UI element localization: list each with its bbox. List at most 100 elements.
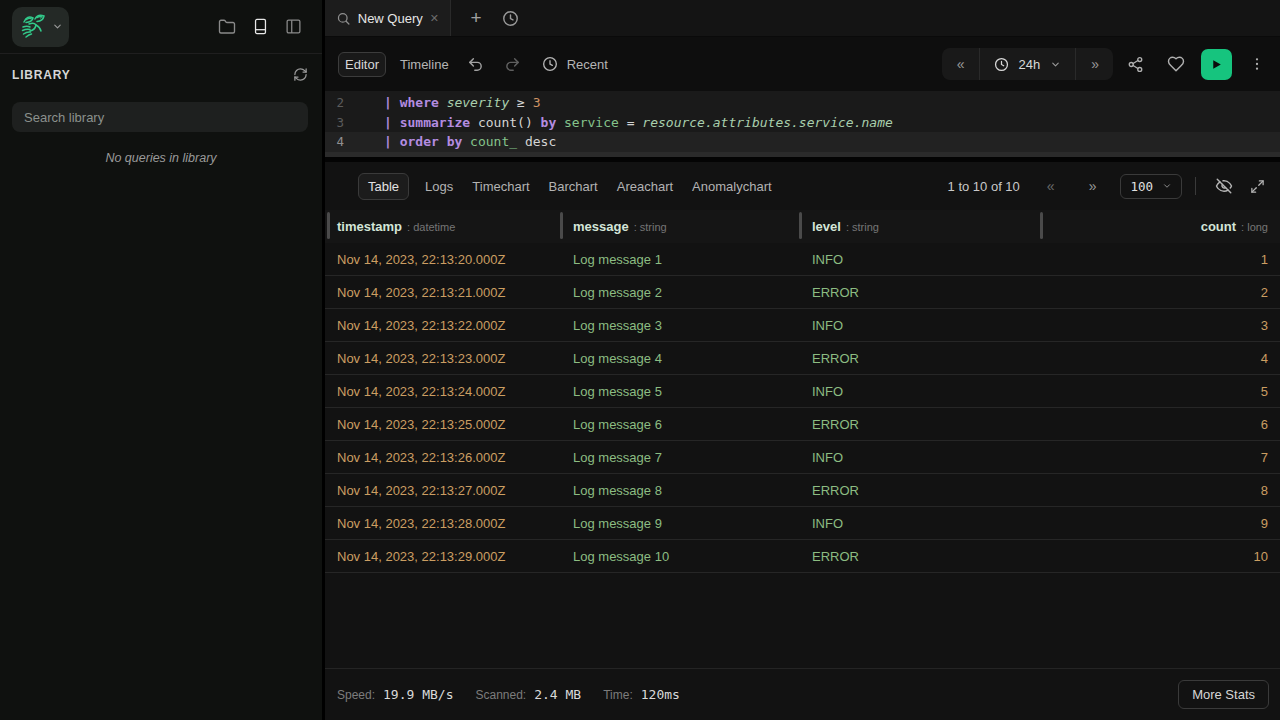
search-icon xyxy=(336,11,351,26)
view-tab-timechart[interactable]: Timechart xyxy=(472,174,529,199)
cell-count: 9 xyxy=(1041,507,1280,539)
run-query-button[interactable] xyxy=(1201,49,1232,80)
folder-icon[interactable] xyxy=(218,18,236,36)
view-tab-areachart[interactable]: Areachart xyxy=(617,174,673,199)
speed-value: 19.9 MB/s xyxy=(383,687,453,702)
code-text: | order by count_ desc xyxy=(384,134,556,149)
table-row[interactable]: Nov 14, 2023, 22:13:22.000ZLog message 3… xyxy=(325,309,1280,342)
time-label: Time: xyxy=(603,688,633,702)
panel-layout-icon[interactable] xyxy=(284,18,302,36)
table-row[interactable]: Nov 14, 2023, 22:13:26.000ZLog message 7… xyxy=(325,441,1280,474)
results-panel: Table Logs Timechart Barchart Areachart … xyxy=(325,157,1280,720)
cell-timestamp: Nov 14, 2023, 22:13:21.000Z xyxy=(325,276,561,308)
cell-timestamp: Nov 14, 2023, 22:13:25.000Z xyxy=(325,408,561,440)
hide-columns-button[interactable] xyxy=(1215,177,1233,195)
column-header-message[interactable]: message : string xyxy=(561,210,800,243)
editor-scrollbar[interactable] xyxy=(325,152,1280,157)
timeline-mode-button[interactable]: Timeline xyxy=(400,57,449,72)
column-resize-handle[interactable] xyxy=(327,212,330,239)
library-empty-message: No queries in library xyxy=(0,151,322,165)
column-resize-handle[interactable] xyxy=(799,212,802,239)
notebook-icon[interactable] xyxy=(251,18,269,36)
time-forward-button[interactable]: » xyxy=(1076,48,1113,80)
cell-timestamp: Nov 14, 2023, 22:13:23.000Z xyxy=(325,342,561,374)
statusbar: Speed: 19.9 MB/s Scanned: 2.4 MB Time: 1… xyxy=(325,668,1280,720)
cell-timestamp: Nov 14, 2023, 22:13:22.000Z xyxy=(325,309,561,341)
cell-count: 5 xyxy=(1041,375,1280,407)
cell-message: Log message 10 xyxy=(561,540,800,572)
more-stats-button[interactable]: More Stats xyxy=(1178,680,1269,709)
cell-timestamp: Nov 14, 2023, 22:13:26.000Z xyxy=(325,441,561,473)
query-tabbar: New Query ✕ + xyxy=(325,0,1280,37)
prev-page-button[interactable]: « xyxy=(1047,178,1054,194)
next-page-button[interactable]: » xyxy=(1089,178,1096,194)
favorite-button[interactable] xyxy=(1167,55,1185,73)
undo-button[interactable] xyxy=(467,56,484,73)
column-header-count[interactable]: count : long xyxy=(1041,210,1280,243)
cell-level: ERROR xyxy=(800,474,1041,506)
code-line[interactable]: 4 | order by count_ desc xyxy=(325,132,1280,152)
cell-count: 4 xyxy=(1041,342,1280,374)
table-row[interactable]: Nov 14, 2023, 22:13:21.000ZLog message 2… xyxy=(325,276,1280,309)
recent-button[interactable]: Recent xyxy=(542,56,608,72)
code-line[interactable]: 2 | where severity ≥ 3 xyxy=(325,93,1280,113)
view-tab-barchart[interactable]: Barchart xyxy=(549,174,598,199)
time-range-dropdown[interactable]: 24h xyxy=(979,48,1077,80)
view-tab-anomalychart[interactable]: Anomalychart xyxy=(692,174,771,199)
cell-count: 1 xyxy=(1041,243,1280,275)
column-resize-handle[interactable] xyxy=(1040,212,1043,239)
table-row[interactable]: Nov 14, 2023, 22:13:24.000ZLog message 5… xyxy=(325,375,1280,408)
query-editor[interactable]: 2 | where severity ≥ 3 3| summarize count(… xyxy=(325,91,1280,157)
page-size-dropdown[interactable]: 100 xyxy=(1120,174,1182,199)
more-options-button[interactable] xyxy=(1249,56,1265,72)
code-line[interactable]: 3| summarize count() by service = resour… xyxy=(325,113,1280,133)
column-header-level[interactable]: level : string xyxy=(800,210,1041,243)
cell-level: ERROR xyxy=(800,342,1041,374)
view-tab-table[interactable]: Table xyxy=(358,173,409,200)
editor-mode-button[interactable]: Editor xyxy=(338,52,386,77)
redo-button[interactable] xyxy=(504,56,521,73)
sidebar: LIBRARY Search library No queries in lib… xyxy=(0,0,325,720)
time-back-button[interactable]: « xyxy=(942,48,979,80)
line-number: 2 xyxy=(325,95,344,110)
cell-count: 3 xyxy=(1041,309,1280,341)
cell-count: 7 xyxy=(1041,441,1280,473)
chevron-down-icon xyxy=(52,21,63,32)
main-panel: New Query ✕ + Editor Timeline xyxy=(325,0,1280,720)
new-tab-button[interactable]: + xyxy=(459,0,493,36)
cell-count: 6 xyxy=(1041,408,1280,440)
table-row[interactable]: Nov 14, 2023, 22:13:27.000ZLog message 8… xyxy=(325,474,1280,507)
cell-level: INFO xyxy=(800,507,1041,539)
cell-message: Log message 7 xyxy=(561,441,800,473)
share-button[interactable] xyxy=(1127,56,1144,73)
workspace-logo-button[interactable] xyxy=(12,7,69,47)
cell-message: Log message 2 xyxy=(561,276,800,308)
table-row[interactable]: Nov 14, 2023, 22:13:20.000ZLog message 1… xyxy=(325,243,1280,276)
cell-timestamp: Nov 14, 2023, 22:13:27.000Z xyxy=(325,474,561,506)
scanned-value: 2.4 MB xyxy=(534,687,581,702)
bird-logo-icon xyxy=(19,12,49,42)
speed-label: Speed: xyxy=(337,688,375,702)
tab-history-button[interactable] xyxy=(493,0,527,36)
library-heading: LIBRARY xyxy=(12,68,71,82)
tab-new-query[interactable]: New Query ✕ xyxy=(325,0,451,36)
column-header-timestamp[interactable]: timestamp : datetime xyxy=(325,210,561,243)
line-number: 4 xyxy=(325,134,344,149)
table-header: timestamp : datetime message : string le… xyxy=(325,210,1280,243)
table-row[interactable]: Nov 14, 2023, 22:13:23.000ZLog message 4… xyxy=(325,342,1280,375)
code-text: | where severity ≥ 3 xyxy=(384,95,541,110)
query-toolbar: Editor Timeline Recent xyxy=(325,37,1280,91)
refresh-icon[interactable] xyxy=(293,67,308,82)
expand-button[interactable] xyxy=(1250,179,1265,194)
search-library-input[interactable]: Search library xyxy=(12,102,308,132)
column-resize-handle[interactable] xyxy=(560,212,563,239)
cell-timestamp: Nov 14, 2023, 22:13:28.000Z xyxy=(325,507,561,539)
view-tab-logs[interactable]: Logs xyxy=(425,174,453,199)
table-row[interactable]: Nov 14, 2023, 22:13:28.000ZLog message 9… xyxy=(325,507,1280,540)
table-row[interactable]: Nov 14, 2023, 22:13:25.000ZLog message 6… xyxy=(325,408,1280,441)
tab-close-icon[interactable]: ✕ xyxy=(430,12,439,25)
cell-message: Log message 8 xyxy=(561,474,800,506)
cell-level: INFO xyxy=(800,243,1041,275)
table-row[interactable]: Nov 14, 2023, 22:13:29.000ZLog message 1… xyxy=(325,540,1280,573)
cell-count: 10 xyxy=(1041,540,1280,572)
